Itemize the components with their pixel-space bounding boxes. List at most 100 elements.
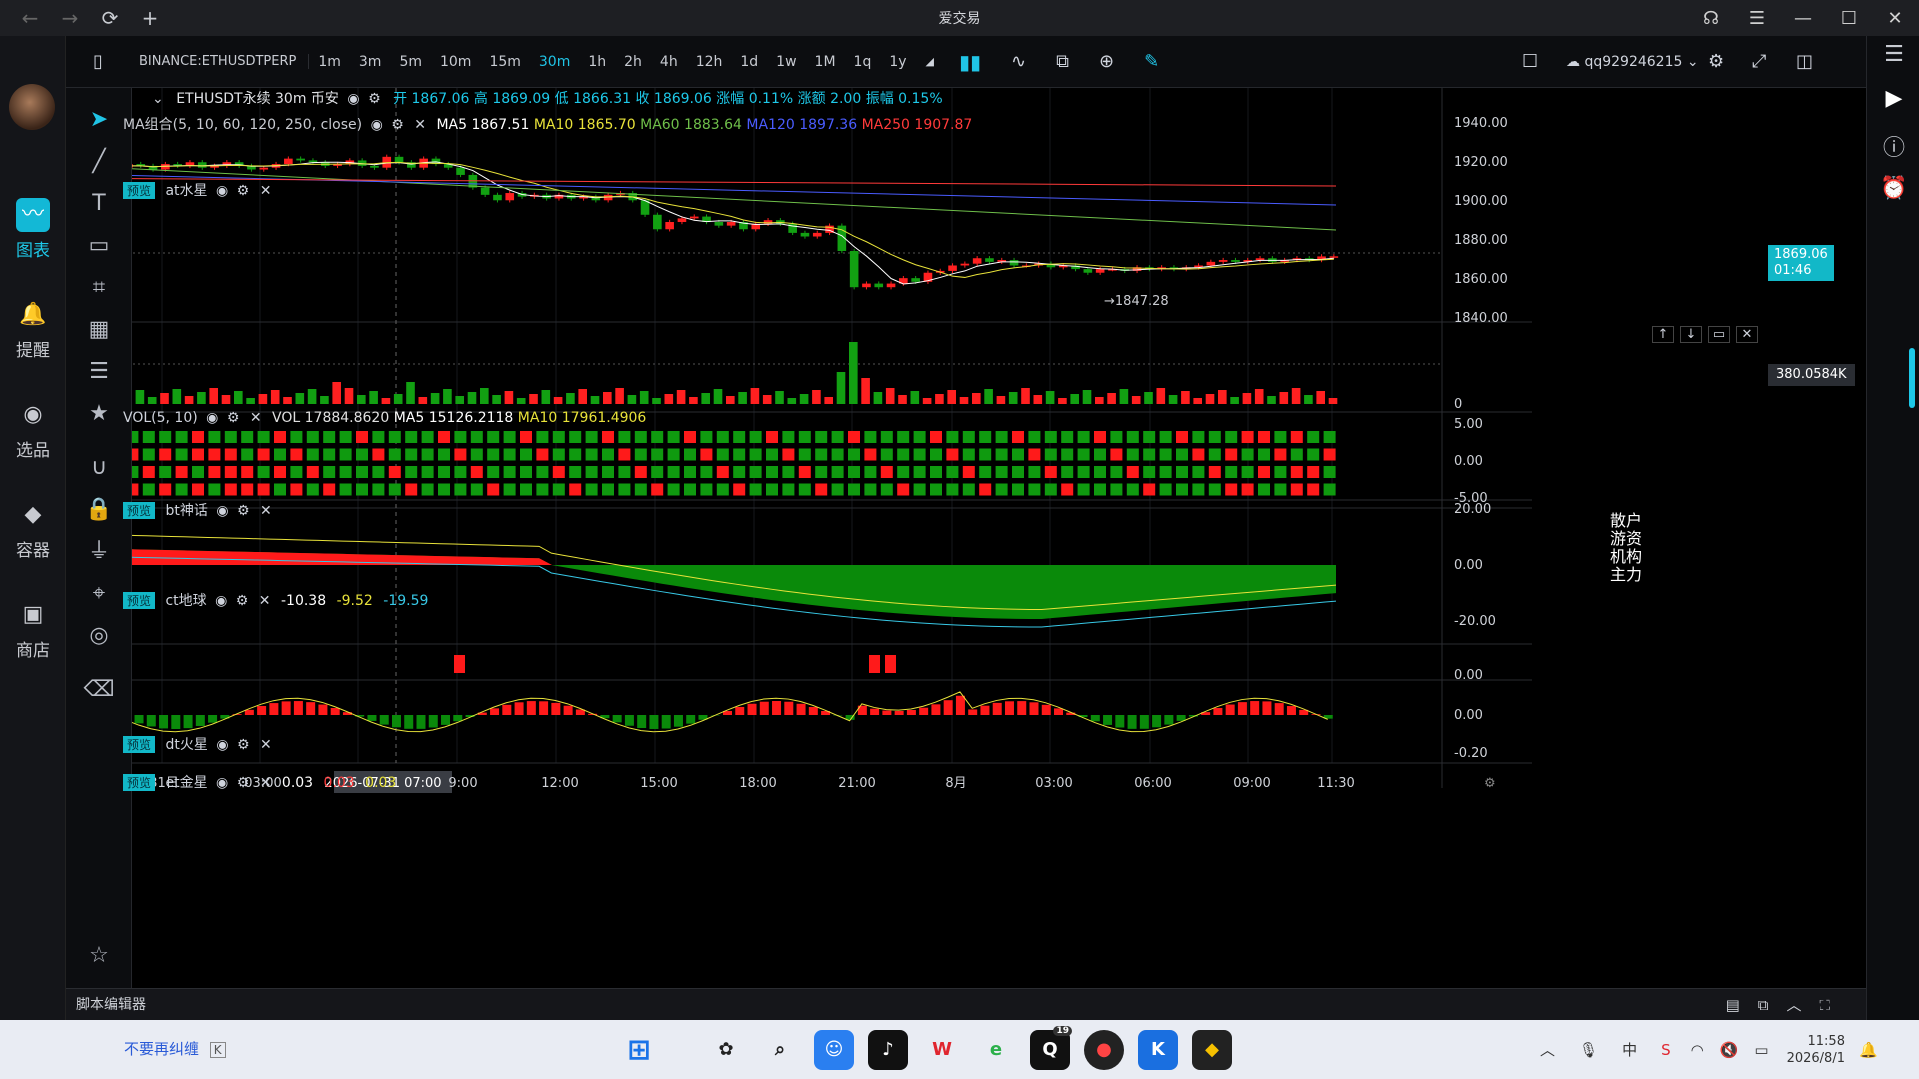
- drawing-icon[interactable]: ✎: [1144, 51, 1159, 72]
- gear-icon[interactable]: ⚙: [368, 91, 381, 107]
- refresh-icon[interactable]: ⟳: [90, 0, 130, 36]
- timeframe-5m[interactable]: 5m: [390, 54, 431, 70]
- timeframe-1d[interactable]: 1d: [731, 54, 767, 70]
- cursor-icon[interactable]: ➤: [83, 104, 115, 136]
- chevron-up-icon[interactable]: ︿: [1786, 996, 1819, 1014]
- new-tab-icon[interactable]: +: [130, 0, 170, 36]
- gear-icon[interactable]: ⚙: [237, 775, 250, 791]
- app-pinwheel-icon[interactable]: ✿: [706, 1030, 746, 1070]
- timeframe-1q[interactable]: 1q: [845, 54, 881, 70]
- more-timeframes-icon[interactable]: ◢: [926, 55, 934, 68]
- play-icon[interactable]: ▶: [1879, 86, 1909, 116]
- timeframe-1m[interactable]: 1m: [309, 54, 350, 70]
- save-icon[interactable]: ▤: [1726, 996, 1758, 1014]
- eye-icon[interactable]: ◉: [215, 593, 227, 609]
- gear-icon[interactable]: ⚙: [227, 410, 240, 426]
- close-icon[interactable]: ✕: [1872, 8, 1918, 29]
- lock-icon[interactable]: 🔒: [83, 494, 115, 526]
- panel-icon[interactable]: ◫: [1796, 51, 1813, 72]
- timeframe-1w[interactable]: 1w: [767, 54, 805, 70]
- close-icon[interactable]: ✕: [260, 775, 272, 791]
- back-icon[interactable]: ←: [10, 0, 50, 36]
- taskbar-text[interactable]: 不要再纠缠 K: [124, 1038, 226, 1059]
- close-icon[interactable]: ✕: [250, 410, 262, 426]
- rectangle-icon[interactable]: ▭: [83, 230, 115, 262]
- eye-icon[interactable]: ◉: [216, 183, 228, 199]
- eye-icon[interactable]: ◉: [216, 503, 228, 519]
- fullscreen-box-icon[interactable]: ☐: [1522, 51, 1538, 72]
- gear-icon[interactable]: ⚙: [237, 183, 250, 199]
- star-tool-icon[interactable]: ★: [83, 398, 115, 430]
- ime-icon[interactable]: 中: [1622, 1039, 1637, 1060]
- clock[interactable]: 11:58 2026/8/1: [1787, 1033, 1845, 1067]
- nav-item-select[interactable]: ◉ 选品: [0, 398, 66, 461]
- chart-area[interactable]: 1960.00 1940.00 1920.00 1900.00 1880.00 1860.…: [123, 88, 1866, 1020]
- battery-icon[interactable]: ▭: [1754, 1041, 1768, 1059]
- gear-icon[interactable]: ⚙: [237, 737, 250, 753]
- timeframe-12h[interactable]: 12h: [687, 54, 732, 70]
- chat-icon[interactable]: ☺: [814, 1029, 854, 1070]
- move-down-icon[interactable]: ↓: [1680, 326, 1702, 343]
- eye-icon[interactable]: ◉: [206, 410, 218, 426]
- nav-item-container[interactable]: ◆ 容器: [0, 498, 66, 561]
- app-k-icon[interactable]: K: [1138, 1029, 1178, 1070]
- sidebar-toggle-icon[interactable]: ▯: [66, 51, 130, 72]
- nav-item-alert[interactable]: 🔔 提醒: [0, 298, 66, 361]
- edge-icon[interactable]: e: [976, 1030, 1016, 1070]
- crop-icon[interactable]: ⌗: [83, 272, 115, 304]
- collapse-icon[interactable]: ⌄: [152, 91, 164, 107]
- magnet-icon[interactable]: ∪: [83, 452, 115, 484]
- mic-icon[interactable]: 🎙: [1579, 1041, 1598, 1059]
- script-editor-tab[interactable]: 脚本编辑器: [76, 997, 146, 1013]
- alert-add-icon[interactable]: ⊕: [1099, 51, 1114, 72]
- start-icon[interactable]: ⊞: [619, 1030, 659, 1070]
- crosshair-icon[interactable]: ⌖: [83, 578, 115, 610]
- maximize-icon[interactable]: ☐: [1826, 8, 1872, 29]
- eye-icon[interactable]: ◉: [347, 91, 359, 107]
- headset-icon[interactable]: ☊: [1688, 8, 1734, 29]
- candle-type-icon[interactable]: ▮▮: [959, 50, 981, 74]
- settings-icon[interactable]: ⚙: [1708, 51, 1724, 72]
- timeframe-2h[interactable]: 2h: [615, 54, 651, 70]
- layout-icon[interactable]: ⧉: [1056, 51, 1069, 72]
- chart-canvas[interactable]: 1960.00 1940.00 1920.00 1900.00 1880.00 1860.…: [132, 88, 1866, 988]
- close-icon[interactable]: ✕: [259, 593, 271, 609]
- cloud-user[interactable]: ☁ qq929246215 ⌄: [1566, 54, 1699, 70]
- close-icon[interactable]: ✕: [414, 117, 426, 133]
- close-pane-icon[interactable]: ✕: [1736, 326, 1758, 343]
- timeframe-3m[interactable]: 3m: [350, 54, 391, 70]
- indicator-icon[interactable]: ∿: [1011, 51, 1026, 72]
- favorite-icon[interactable]: ☆: [83, 940, 115, 972]
- eye-icon[interactable]: ◉: [216, 737, 228, 753]
- new-window-icon[interactable]: ⧉: [1758, 996, 1787, 1014]
- search-icon[interactable]: ⌕: [760, 1030, 800, 1070]
- gear-icon[interactable]: ⚙: [237, 503, 250, 519]
- text-icon[interactable]: T: [83, 188, 115, 220]
- close-icon[interactable]: ✕: [260, 183, 272, 199]
- minimize-icon[interactable]: —: [1780, 8, 1826, 29]
- scroll-indicator[interactable]: [1909, 348, 1915, 408]
- timeframe-1M[interactable]: 1M: [806, 54, 845, 70]
- tiktok-icon[interactable]: ♪: [868, 1029, 908, 1070]
- forward-icon[interactable]: →: [50, 0, 90, 36]
- clock-icon[interactable]: ⏰: [1879, 176, 1909, 206]
- nav-item-chart[interactable]: 〰 图表: [0, 198, 66, 261]
- qq-icon[interactable]: Q 19: [1030, 1025, 1072, 1070]
- wifi-icon[interactable]: ◠: [1691, 1041, 1704, 1059]
- eye-icon[interactable]: ◉: [216, 775, 228, 791]
- menu-icon[interactable]: ☰: [1734, 8, 1780, 29]
- timeframe-10m[interactable]: 10m: [431, 54, 480, 70]
- avatar[interactable]: [9, 84, 55, 130]
- maximize-panel-icon[interactable]: ⛶: [1819, 996, 1848, 1014]
- eye-icon[interactable]: ◉: [371, 117, 383, 133]
- move-up-icon[interactable]: ↑: [1652, 326, 1674, 343]
- eraser-icon[interactable]: ⌫: [83, 674, 115, 706]
- fib-icon[interactable]: ☰: [83, 356, 115, 388]
- eye-icon[interactable]: ◎: [83, 620, 115, 652]
- watchlist-icon[interactable]: ☰: [1879, 42, 1909, 72]
- expand-icon[interactable]: ⤢: [1752, 51, 1766, 72]
- nav-item-store[interactable]: ▣ 商店: [0, 598, 66, 661]
- volume-icon[interactable]: 🔇: [1720, 1041, 1739, 1059]
- timeframe-30m[interactable]: 30m: [530, 54, 579, 70]
- notification-icon[interactable]: 🔔: [1859, 1041, 1878, 1059]
